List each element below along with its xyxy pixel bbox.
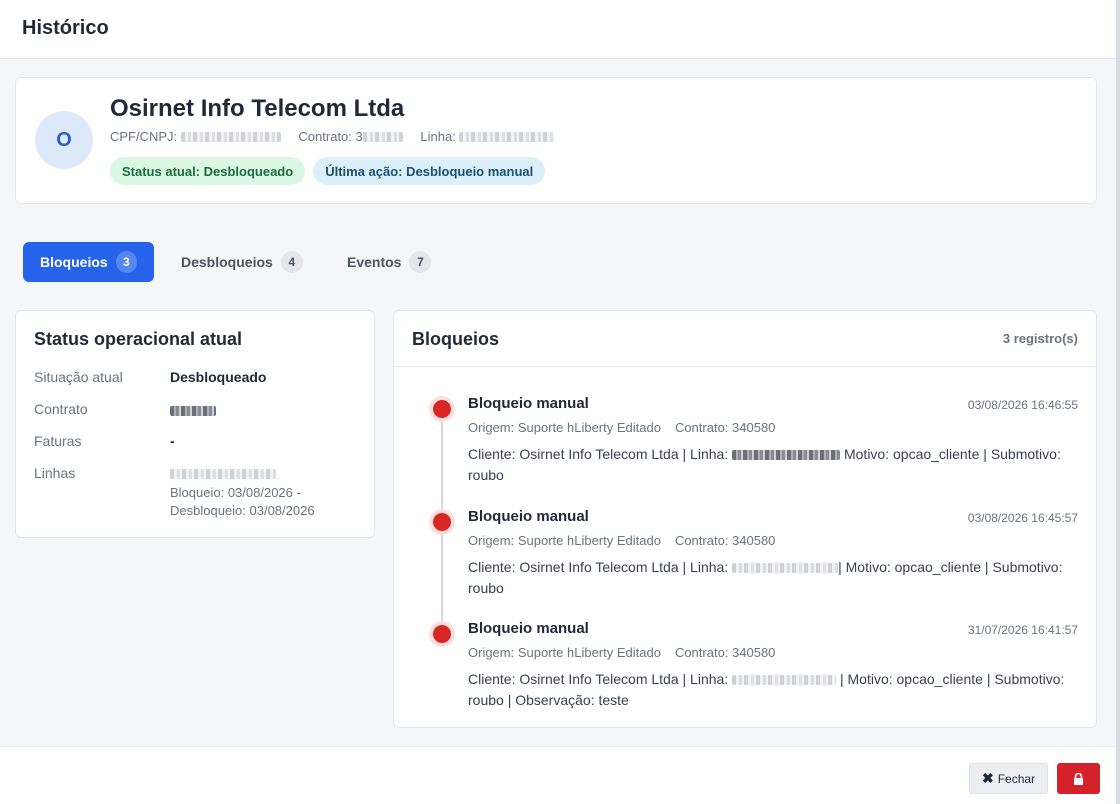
tab-count: 3: [115, 251, 137, 273]
contract-partial: 3: [355, 129, 363, 144]
item-description: Cliente: Osirnet Info Telecom Ltda | Lin…: [468, 559, 1063, 596]
x-icon: ✖: [981, 770, 994, 786]
item-date: 31/07/2026 16:41:57: [967, 623, 1078, 637]
tab-count: 4: [280, 251, 303, 273]
window-edge: [1116, 0, 1120, 804]
close-label: Fechar: [997, 771, 1036, 786]
line-redacted: [459, 132, 556, 142]
item-contract: Contrato: 340580: [674, 420, 776, 435]
list-title: Bloqueios: [412, 329, 500, 349]
lock-icon: [1074, 772, 1083, 785]
modal-header: Histórico: [0, 0, 1116, 59]
timeline-dot: [429, 396, 455, 422]
situacao-value: Desbloqueado: [170, 369, 267, 385]
item-title: Bloqueio manual: [468, 395, 589, 412]
item-date: 03/08/2026 16:45:57: [967, 511, 1078, 525]
last-action-badge: Última ação: Desbloqueio manual: [313, 157, 546, 185]
list-header: Bloqueios 3 registro(s): [394, 311, 1096, 367]
linhas-label: Linhas: [34, 465, 76, 481]
timeline-dot: [429, 509, 455, 535]
item-description: Cliente: Osirnet Info Telecom Ltda | Lin…: [468, 446, 1061, 483]
line-redacted: [732, 563, 839, 573]
item-description: Cliente: Osirnet Info Telecom Ltda | Lin…: [468, 671, 1065, 708]
contrato-label: Contrato: [34, 401, 88, 417]
status-badge: Status atual: Desbloqueado: [110, 157, 306, 185]
contract-redacted: [362, 132, 403, 142]
client-meta: CPF/CNPJ: Contrato: 3 Linha:: [110, 129, 569, 144]
client-badges: Status atual: Desbloqueado Última ação: …: [110, 157, 546, 185]
close-button[interactable]: ✖ Fechar: [969, 763, 1048, 794]
tab-bloqueios[interactable]: Bloqueios 3: [23, 242, 154, 282]
cpf-label: CPF/CNPJ:: [110, 129, 178, 144]
history-modal: Histórico O Osirnet Info Telecom Ltda CP…: [0, 0, 1116, 804]
client-name: Osirnet Info Telecom Ltda: [110, 95, 405, 122]
line-group: Linha:: [420, 129, 556, 144]
item-contract: Contrato: 340580: [674, 645, 776, 660]
timeline-dot: [429, 621, 455, 647]
linhas-value-redacted: [170, 465, 276, 481]
item-meta: Origem: Suporte hLiberty Editado Contrato…: [468, 420, 775, 435]
item-title: Bloqueio manual: [468, 508, 589, 525]
item-date: 03/08/2026 16:46:55: [967, 398, 1078, 412]
item-origin: Origem: Suporte hLiberty Editado: [468, 533, 661, 548]
faturas-label: Faturas: [34, 433, 82, 449]
item-meta: Origem: Suporte hLiberty Editado Contrato…: [468, 533, 775, 548]
line-redacted: [732, 675, 837, 685]
line-redacted: [732, 450, 841, 460]
tab-eventos[interactable]: Eventos 7: [330, 242, 448, 282]
item-title: Bloqueio manual: [468, 620, 589, 637]
tab-desbloqueios[interactable]: Desbloqueios 4: [164, 242, 320, 282]
contract-group: Contrato: 3: [298, 129, 406, 144]
tab-count: 7: [409, 251, 432, 273]
tab-label: Eventos: [347, 254, 402, 270]
client-card: O Osirnet Info Telecom Ltda CPF/CNPJ: Co…: [15, 77, 1097, 204]
status-panel-title: Status operacional atual: [34, 329, 243, 349]
item-origin: Origem: Suporte hLiberty Editado: [468, 645, 661, 660]
record-count: 3 registro(s): [1002, 331, 1078, 346]
tab-label: Desbloqueios: [181, 254, 273, 270]
status-panel: Status operacional atual Situação atual …: [15, 310, 375, 538]
contrato-value-redacted: [170, 402, 216, 418]
faturas-value: -: [170, 433, 175, 449]
line-label: Linha:: [420, 129, 456, 144]
item-meta: Origem: Suporte hLiberty Editado Contrato…: [468, 645, 775, 660]
line-bloqueio-date: Bloqueio: 03/08/2026 -: [170, 485, 301, 500]
situacao-label: Situação atual: [34, 369, 123, 385]
lock-button[interactable]: [1057, 763, 1100, 794]
line-desbloqueio-date: Desbloqueio: 03/08/2026: [170, 503, 315, 518]
bloqueios-list-panel: Bloqueios 3 registro(s) Bloqueio manual …: [393, 310, 1097, 728]
avatar: O: [35, 111, 93, 169]
item-contract: Contrato: 340580: [674, 533, 776, 548]
modal-footer: ✖ Fechar: [0, 746, 1116, 804]
line-dates: Bloqueio: 03/08/2026 - Desbloqueio: 03/0…: [170, 484, 315, 520]
contract-label: Contrato:: [298, 129, 352, 144]
modal-title: Histórico: [22, 17, 109, 39]
cpf-redacted: [180, 132, 281, 142]
item-origin: Origem: Suporte hLiberty Editado: [468, 420, 661, 435]
cpf-group: CPF/CNPJ:: [110, 129, 284, 144]
tab-label: Bloqueios: [40, 254, 108, 270]
